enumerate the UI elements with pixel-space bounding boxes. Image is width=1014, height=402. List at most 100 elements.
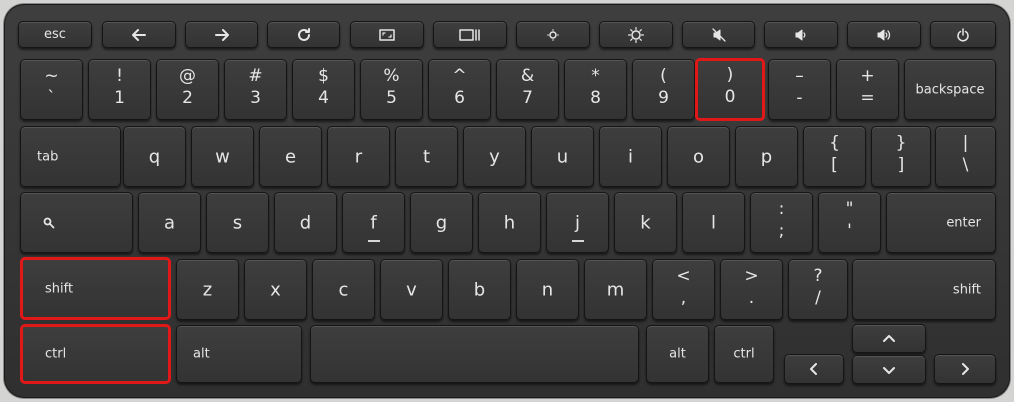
- key-arrow-down[interactable]: [852, 355, 926, 384]
- key-2[interactable]: @ 2: [156, 59, 219, 120]
- key-ctrl-left[interactable]: ctrl: [20, 324, 171, 384]
- key-esc[interactable]: esc: [18, 21, 92, 48]
- key-power[interactable]: [930, 21, 996, 48]
- key-h[interactable]: h: [478, 192, 541, 253]
- key-arrow-right[interactable]: [934, 354, 996, 384]
- key-t[interactable]: t: [395, 126, 458, 187]
- key-k[interactable]: k: [614, 192, 677, 253]
- search-icon: [43, 217, 55, 229]
- key-minus[interactable]: – -: [768, 59, 831, 120]
- key-p-label: p: [760, 146, 773, 167]
- key-fullscreen[interactable]: [350, 21, 424, 48]
- key-space[interactable]: [310, 325, 639, 383]
- key-alt-right[interactable]: alt: [646, 325, 709, 383]
- key-arrow-up[interactable]: [852, 324, 926, 353]
- key-volume-up[interactable]: [847, 21, 921, 48]
- key-1-shift: !: [116, 66, 123, 86]
- key-o-label: o: [692, 146, 704, 167]
- key-4[interactable]: $ 4: [292, 59, 355, 120]
- key-9[interactable]: ( 9: [632, 59, 695, 120]
- key-enter[interactable]: enter: [886, 192, 996, 253]
- key-u[interactable]: u: [531, 126, 594, 187]
- key-slash[interactable]: ? /: [788, 259, 848, 320]
- key-m-label: m: [606, 279, 625, 300]
- key-brightness-up[interactable]: [599, 21, 673, 48]
- key-period[interactable]: > .: [720, 259, 783, 320]
- key-7[interactable]: & 7: [496, 59, 559, 120]
- key-ctrl-right-label: ctrl: [733, 346, 755, 362]
- key-a[interactable]: a: [138, 192, 201, 253]
- key-e[interactable]: e: [259, 126, 322, 187]
- key-b[interactable]: b: [448, 259, 511, 320]
- key-equals[interactable]: + =: [836, 59, 899, 120]
- key-brightness-down[interactable]: [516, 21, 590, 48]
- key-backtick[interactable]: ~ `: [20, 59, 83, 120]
- key-semicolon-base: ;: [778, 221, 785, 241]
- key-shift-right[interactable]: shift: [852, 259, 996, 320]
- key-v[interactable]: v: [380, 259, 443, 320]
- key-shift-left[interactable]: shift: [20, 257, 171, 320]
- key-quote-shift: ": [845, 199, 854, 219]
- key-t-label: t: [422, 146, 431, 167]
- key-3-shift: #: [248, 66, 263, 86]
- key-back[interactable]: [102, 21, 176, 48]
- key-enter-label: enter: [946, 215, 981, 230]
- key-tab[interactable]: tab: [20, 126, 121, 187]
- key-8[interactable]: * 8: [564, 59, 627, 120]
- key-equals-shift: +: [860, 66, 875, 86]
- key-j[interactable]: j: [546, 192, 609, 253]
- key-left-bracket[interactable]: { [: [803, 126, 866, 187]
- key-backspace[interactable]: backspace: [904, 59, 996, 120]
- key-o[interactable]: o: [667, 126, 730, 187]
- key-semicolon[interactable]: : ;: [750, 192, 813, 253]
- key-s[interactable]: s: [206, 192, 269, 253]
- key-ctrl-left-label: ctrl: [45, 346, 67, 362]
- key-4-shift: $: [318, 66, 329, 86]
- key-forward[interactable]: [185, 21, 258, 48]
- key-x[interactable]: x: [244, 259, 307, 320]
- overview-windows-icon: [459, 28, 480, 41]
- key-backslash[interactable]: | \: [935, 126, 996, 187]
- key-f[interactable]: f: [342, 192, 405, 253]
- key-refresh[interactable]: [267, 21, 340, 48]
- key-volume-down[interactable]: [764, 21, 838, 48]
- key-search[interactable]: [20, 192, 133, 253]
- key-y[interactable]: y: [463, 126, 526, 187]
- key-1-base: 1: [114, 88, 125, 108]
- key-alt-left[interactable]: alt: [176, 325, 302, 383]
- key-right-bracket[interactable]: } ]: [871, 126, 931, 187]
- key-6-shift: ^: [452, 66, 467, 86]
- key-6[interactable]: ^ 6: [428, 59, 491, 120]
- key-equals-base: =: [860, 88, 875, 108]
- key-w[interactable]: w: [191, 126, 254, 187]
- key-r[interactable]: r: [327, 126, 390, 187]
- key-overview[interactable]: [433, 21, 507, 48]
- key-i[interactable]: i: [599, 126, 662, 187]
- key-d[interactable]: d: [274, 192, 337, 253]
- key-comma-shift: <: [676, 266, 691, 286]
- key-quote[interactable]: " ': [818, 192, 881, 253]
- key-ctrl-right[interactable]: ctrl: [714, 325, 774, 383]
- key-z[interactable]: z: [176, 259, 239, 320]
- key-i-label: i: [627, 146, 633, 167]
- key-comma[interactable]: < ,: [652, 259, 715, 320]
- key-g[interactable]: g: [410, 192, 473, 253]
- key-period-shift: >: [744, 266, 759, 286]
- key-p[interactable]: p: [735, 126, 798, 187]
- key-comma-base: ,: [680, 288, 687, 308]
- key-w-label: w: [215, 146, 230, 167]
- key-3[interactable]: # 3: [224, 59, 287, 120]
- key-arrow-left[interactable]: [784, 354, 844, 384]
- key-0[interactable]: ) 0: [695, 58, 765, 121]
- key-mute[interactable]: [682, 21, 755, 48]
- key-n[interactable]: n: [516, 259, 579, 320]
- key-s-label: s: [232, 212, 243, 233]
- key-backslash-shift: |: [962, 133, 969, 153]
- key-q[interactable]: q: [123, 126, 186, 187]
- key-c[interactable]: c: [312, 259, 375, 320]
- key-1[interactable]: ! 1: [88, 59, 151, 120]
- key-m[interactable]: m: [584, 259, 647, 320]
- key-5[interactable]: % 5: [360, 59, 423, 120]
- key-l[interactable]: l: [682, 192, 745, 253]
- chromebook-keyboard: esc ~ ` ! 1 @ 2 # 3 $ 4 % 5 ^ 6 & 7 * 8 …: [4, 4, 1010, 398]
